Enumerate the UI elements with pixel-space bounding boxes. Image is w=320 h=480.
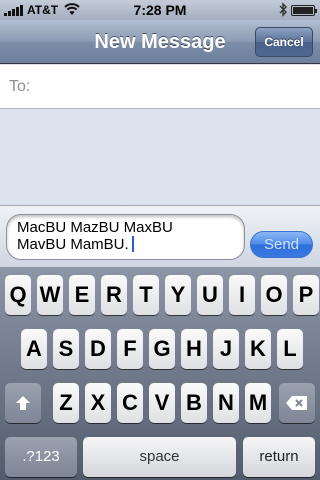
key-g[interactable]: G [149,329,175,369]
key-w[interactable]: W [37,275,63,315]
key-t[interactable]: T [133,275,159,315]
battery-icon [291,5,317,16]
compose-bar: MacBU MazBU MaxBU MavBU MamBU. Send [0,205,320,267]
key-k[interactable]: K [245,329,271,369]
key-q[interactable]: Q [5,275,31,315]
key-j[interactable]: J [213,329,239,369]
shift-arrow-icon [16,396,30,410]
bluetooth-icon [279,2,288,20]
key-f[interactable]: F [117,329,143,369]
key-a[interactable]: A [21,329,47,369]
recipient-input[interactable] [40,71,310,103]
key-b[interactable]: B [181,383,207,423]
key-r[interactable]: R [101,275,127,315]
message-thread-area [0,110,320,205]
key-m[interactable]: M [245,383,271,423]
key-y[interactable]: Y [165,275,191,315]
status-time: 7:28 PM [133,2,187,18]
key-d[interactable]: D [85,329,111,369]
key-p[interactable]: P [293,275,319,315]
key-z[interactable]: Z [53,383,79,423]
return-key[interactable]: return [243,437,315,477]
navigation-bar: New Message Cancel [0,20,320,64]
recipient-row: To: [0,65,320,109]
space-key[interactable]: space [83,437,236,477]
to-label: To: [9,78,31,95]
text-cursor [131,236,134,252]
message-text-line-1: MacBU MazBU MaxBU [17,219,173,236]
shift-key[interactable] [5,383,41,423]
key-x[interactable]: X [85,383,111,423]
key-l[interactable]: L [277,329,303,369]
backspace-icon [286,396,307,410]
status-bar: AT&T 7:28 PM [0,0,320,20]
key-e[interactable]: E [69,275,95,315]
numbers-key[interactable]: .?123 [5,437,77,477]
send-button[interactable]: Send [250,231,313,258]
key-i[interactable]: I [229,275,255,315]
key-n[interactable]: N [213,383,239,423]
message-input[interactable]: MacBU MazBU MaxBU MavBU MamBU. [6,214,245,260]
keyboard: Q W E R T Y U I O P A S D F G H J K L Z … [0,267,320,480]
key-o[interactable]: O [261,275,287,315]
key-s[interactable]: S [53,329,79,369]
key-c[interactable]: C [117,383,143,423]
delete-key[interactable] [279,383,315,423]
key-h[interactable]: H [181,329,207,369]
key-v[interactable]: V [149,383,175,423]
cancel-button[interactable]: Cancel [255,27,313,57]
message-text-line-2: MavBU MamBU. [17,236,129,253]
key-u[interactable]: U [197,275,223,315]
